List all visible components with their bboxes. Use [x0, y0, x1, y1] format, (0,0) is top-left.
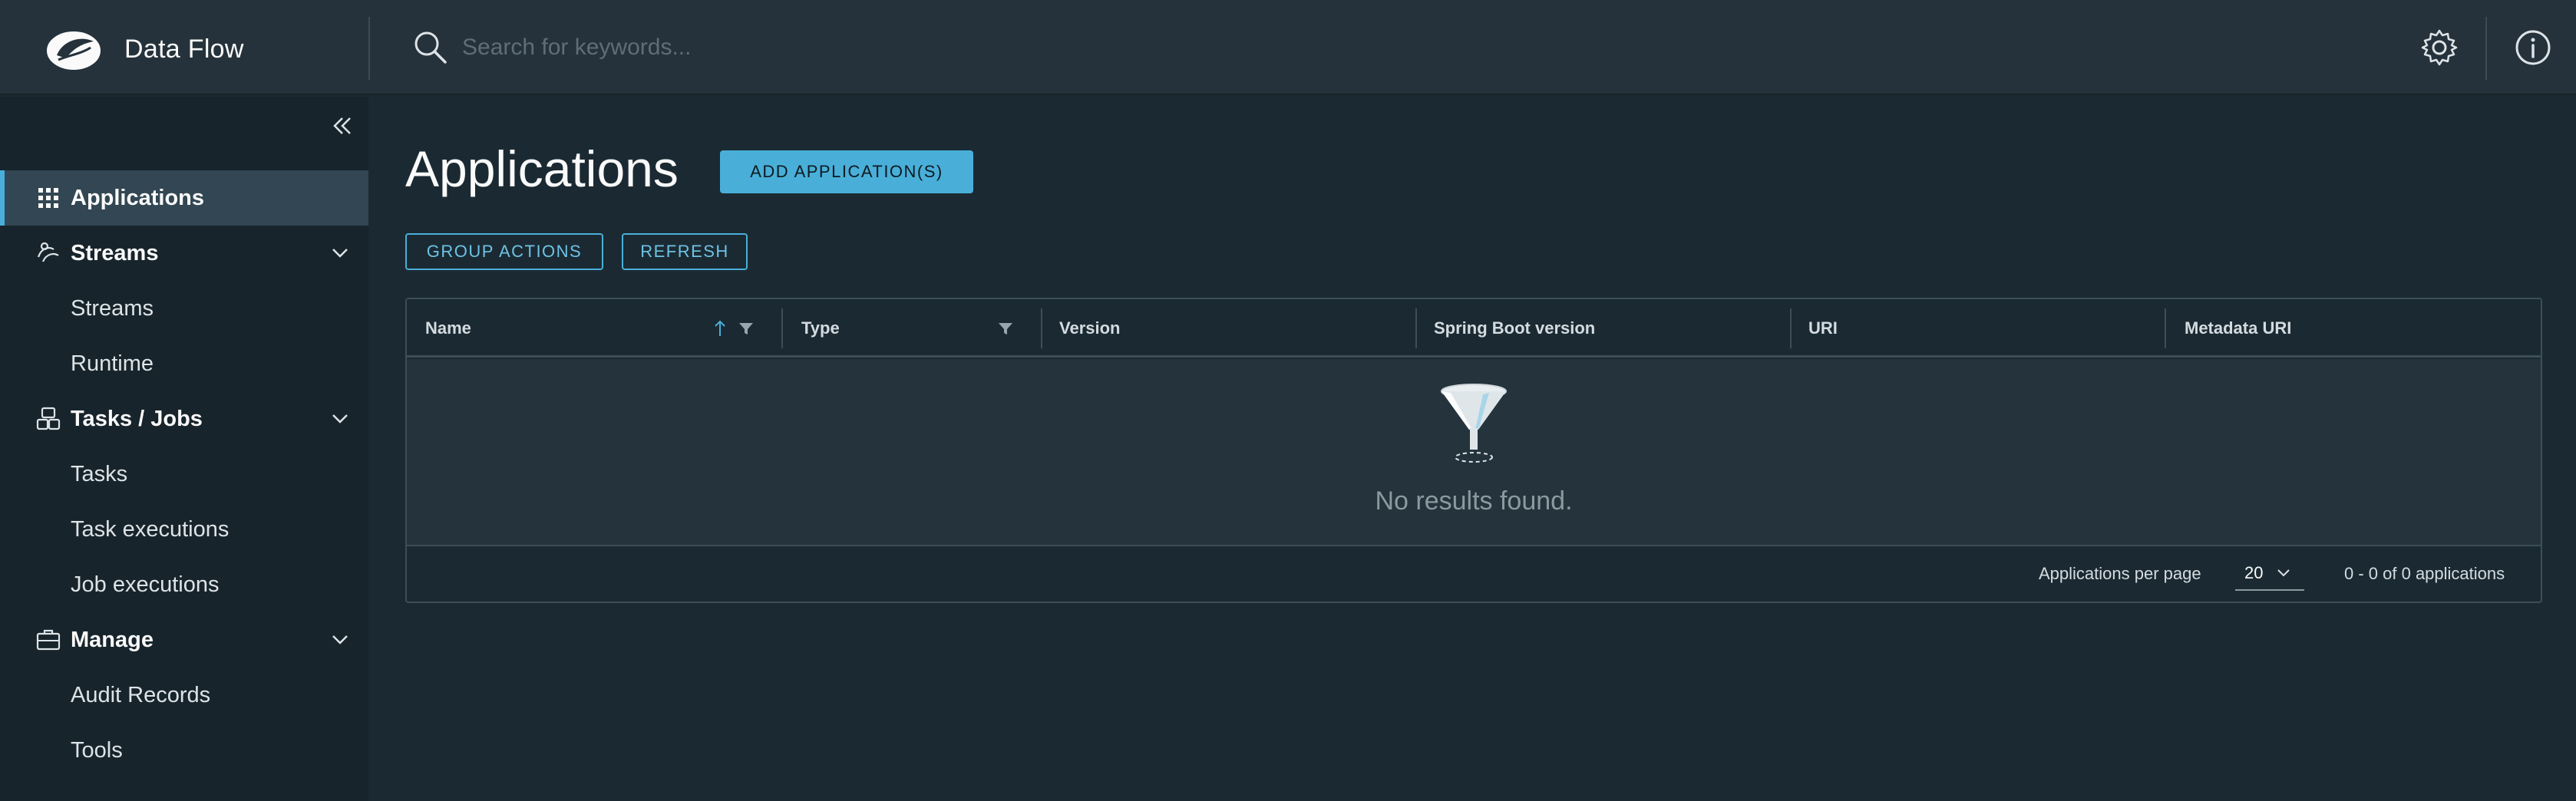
table-empty-state: No results found. — [407, 359, 2541, 546]
column-separator[interactable] — [2165, 308, 2166, 348]
sort-ascending-icon[interactable] — [709, 318, 731, 339]
sidebar-item-label: Applications — [71, 185, 205, 210]
column-header-uri[interactable]: URI — [1808, 299, 1838, 358]
sidebar-item-applications[interactable]: Applications — [0, 170, 368, 226]
brand[interactable]: Data Flow — [43, 21, 244, 77]
sidebar-item-label: Audit Records — [71, 682, 211, 707]
sidebar-item-label: Tools — [71, 737, 123, 763]
chevron-down-icon — [2277, 569, 2290, 577]
page-size-value: 20 — [2244, 563, 2264, 582]
sidebar-item-label: Streams — [71, 295, 154, 321]
chevron-down-icon[interactable] — [329, 407, 352, 430]
page-size-select[interactable]: 20 — [2235, 557, 2304, 591]
spring-logo-icon — [47, 31, 101, 70]
streams-icon — [37, 242, 59, 262]
column-header-spring-boot-version[interactable]: Spring Boot version — [1434, 299, 1595, 358]
empty-state-message: No results found. — [1375, 486, 1573, 516]
sidebar-item-manage[interactable]: Manage — [0, 612, 368, 668]
sidebar-item-label: Task executions — [71, 516, 230, 542]
column-header-name[interactable]: Name — [425, 299, 471, 358]
sidebar-subitem-streams[interactable]: Streams — [0, 281, 368, 336]
collapse-sidebar-icon[interactable] — [329, 112, 356, 140]
column-separator[interactable] — [781, 308, 783, 348]
pagination-range: 0 - 0 of 0 applications — [2344, 564, 2505, 583]
sidebar-subitem-job-executions[interactable]: Job executions — [0, 557, 368, 612]
sidebar-item-label: Tasks / Jobs — [71, 406, 203, 431]
sidebar-item-streams[interactable]: Streams — [0, 226, 368, 281]
chevron-down-icon[interactable] — [329, 242, 352, 265]
sidebar-item-label: Tasks — [71, 461, 128, 486]
app-header: Data Flow — [0, 0, 2576, 95]
group-actions-button[interactable]: GROUP ACTIONS — [405, 233, 603, 270]
empty-funnel-icon — [1441, 384, 1507, 463]
global-search — [411, 25, 1333, 71]
sidebar-item-label: Runtime — [71, 351, 154, 376]
app-title: Data Flow — [124, 34, 244, 64]
tasks-icon — [36, 407, 61, 430]
column-separator[interactable] — [1415, 308, 1417, 348]
refresh-button[interactable]: REFRESH — [622, 233, 748, 270]
chevron-down-icon[interactable] — [329, 628, 352, 651]
sidebar-item-tasks-jobs[interactable]: Tasks / Jobs — [0, 391, 368, 447]
add-application-button[interactable]: ADD APPLICATION(S) — [720, 150, 973, 193]
column-header-version[interactable]: Version — [1059, 299, 1120, 358]
briefcase-icon — [36, 629, 61, 651]
filter-icon[interactable] — [735, 318, 757, 339]
column-header-metadata-uri[interactable]: Metadata URI — [2185, 299, 2291, 358]
filter-icon[interactable] — [995, 318, 1016, 339]
column-separator[interactable] — [1790, 308, 1792, 348]
sidebar-item-label: Manage — [71, 627, 154, 652]
search-input[interactable] — [462, 35, 1306, 61]
per-page-label: Applications per page — [2039, 564, 2201, 583]
table-header: Name Type Version Spring Boot version UR… — [407, 299, 2541, 358]
info-icon[interactable] — [2513, 28, 2553, 68]
settings-gear-icon[interactable] — [2419, 28, 2459, 68]
sidebar-subitem-tools[interactable]: Tools — [0, 723, 368, 778]
sidebar-subitem-task-executions[interactable]: Task executions — [0, 502, 368, 557]
table-footer: Applications per page 20 0 - 0 of 0 appl… — [407, 546, 2541, 602]
header-divider — [368, 17, 370, 80]
applications-table: Name Type Version Spring Boot version UR… — [405, 298, 2542, 603]
page-title: Applications — [405, 140, 679, 197]
column-header-type[interactable]: Type — [801, 299, 840, 358]
header-divider — [2485, 17, 2487, 80]
sidebar-nav: Applications Streams Streams Runtime Tas… — [0, 170, 368, 778]
sidebar: Applications Streams Streams Runtime Tas… — [0, 97, 368, 801]
sidebar-subitem-audit-records[interactable]: Audit Records — [0, 668, 368, 723]
search-icon — [414, 31, 447, 64]
sidebar-subitem-runtime[interactable]: Runtime — [0, 336, 368, 391]
sidebar-subitem-tasks[interactable]: Tasks — [0, 447, 368, 502]
grid-icon — [38, 188, 58, 208]
sidebar-item-label: Streams — [71, 240, 159, 265]
sidebar-item-label: Job executions — [71, 572, 220, 597]
column-separator[interactable] — [1041, 308, 1042, 348]
